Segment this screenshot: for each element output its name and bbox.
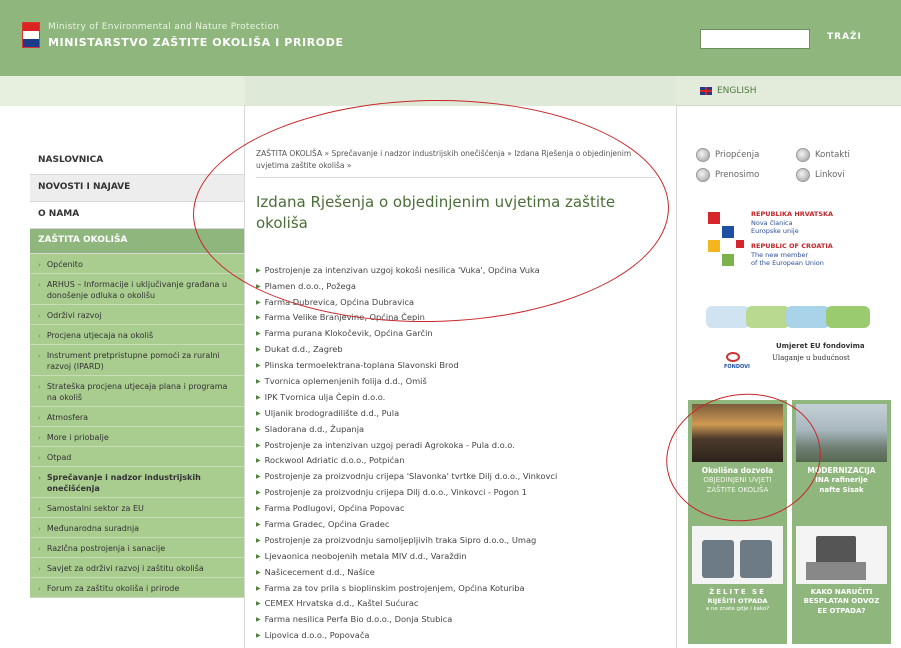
- tile-modernizacija[interactable]: MODERNIZACIJA INA rafinerije nafte Sisak: [792, 400, 891, 540]
- electronic-waste-image: [796, 526, 887, 584]
- breadcrumb: ZAŠTITA OKOLIŠA » Sprečavanje i nadzor i…: [256, 148, 656, 179]
- company-link[interactable]: Farma Velike Branjevine, Općina Čepin: [256, 310, 666, 326]
- nav-sub-item[interactable]: › Otpad: [30, 447, 244, 467]
- company-list: Postrojenje za intenzivan uzgoj kokoši n…: [256, 263, 666, 644]
- company-link[interactable]: Našicecement d.d., Našice: [256, 565, 666, 581]
- nav-naslovnica[interactable]: NASLOVNICA: [30, 148, 244, 175]
- nav-sub-item[interactable]: › Atmosfera: [30, 407, 244, 427]
- refinery-photo: [796, 404, 887, 462]
- company-link[interactable]: Postrojenje za proizvodnju samoljepljivi…: [256, 533, 666, 549]
- waste-containers-image: [692, 526, 783, 584]
- company-link[interactable]: Farma Dubrevica, Općina Dubravica: [256, 295, 666, 311]
- left-navigation: NASLOVNICA NOVOSTI I NAJAVE O NAMA ZAŠTI…: [30, 148, 244, 598]
- nav-o-nama[interactable]: O NAMA: [30, 202, 244, 229]
- nav-sub-item[interactable]: › Samostalni sektor za EU: [30, 498, 244, 518]
- company-link[interactable]: IPK Tvornica ulja Čepin d.o.o.: [256, 390, 666, 406]
- company-link[interactable]: CEMEX Hrvatska d.d., Kaštel Sućurac: [256, 596, 666, 612]
- english-language-link[interactable]: ENGLISH: [700, 86, 757, 96]
- nav-sub-item[interactable]: › Procjena utjecaja na okoliš: [30, 325, 244, 345]
- company-link[interactable]: Lipovica d.o.o., Popovača: [256, 628, 666, 644]
- nav-sub-item[interactable]: › ARHUS – Informacije i uključivanje građ…: [30, 274, 244, 305]
- link-icon: [796, 168, 810, 182]
- nav-zastita-okolisa[interactable]: ZAŠTITA OKOLIŠA: [30, 229, 244, 254]
- company-link[interactable]: Postrojenje za proizvodnju crijepa 'Slav…: [256, 469, 666, 485]
- company-link[interactable]: Postrojenje za intenzivan uzgoj peradi A…: [256, 438, 666, 454]
- quick-link-kontakti[interactable]: Kontakti: [796, 148, 850, 162]
- company-link[interactable]: Rockwool Adriatic d.o.o., Potpićan: [256, 453, 666, 469]
- quick-link-linkovi[interactable]: Linkovi: [796, 168, 845, 182]
- page-title: Izdana Rješenja o objedinjenim uvjetima …: [256, 193, 616, 232]
- croatian-coat-of-arms-icon: [22, 22, 40, 48]
- industrial-plant-photo: [692, 404, 783, 462]
- company-link[interactable]: Sladorana d.d., Županja: [256, 422, 666, 438]
- uk-flag-icon: [700, 87, 712, 95]
- nav-sub-item[interactable]: › Forum za zaštitu okoliša i prirode: [30, 578, 244, 598]
- company-link[interactable]: Plamen d.o.o., Požega: [256, 279, 666, 295]
- company-link[interactable]: Farma Gradec, Općina Gradec: [256, 517, 666, 533]
- tile-zelite-se-rijesiti-otpada[interactable]: ŽELITE SE RIJEŠITI OTPADA a ne znate gdj…: [688, 522, 787, 644]
- ministry-name-croatian[interactable]: MINISTARSTVO ZAŠTITE OKOLIŠA I PRIRODE: [48, 36, 344, 49]
- tile-besplatan-odvoz[interactable]: KAKO NARUČITI BESPLATAN ODVOZ EE OTPADA?: [792, 522, 891, 644]
- nav-submenu: › Općenito › ARHUS – Informacije i uključi…: [30, 254, 244, 598]
- breadcrumb-item[interactable]: ZAŠTITA OKOLIŠA: [256, 149, 322, 158]
- share-icon: [696, 168, 710, 182]
- company-link[interactable]: Farma za tov prila s bioplinskim postroj…: [256, 581, 666, 597]
- company-link[interactable]: Farma purana Klokočevik, Općina Garčin: [256, 326, 666, 342]
- search-input[interactable]: [700, 29, 810, 49]
- nav-novosti-i-najave[interactable]: NOVOSTI I NAJAVE: [30, 175, 244, 202]
- company-link[interactable]: Uljanik brodogradilište d.d., Pula: [256, 406, 666, 422]
- eu-funds-banner[interactable]: Umjeret EU fondovima FONDOVI Ulaganje u …: [706, 340, 881, 380]
- company-link[interactable]: Ljevaonica neobojenih metala MIV d.d., V…: [256, 549, 666, 565]
- company-link[interactable]: Tvornica oplemenjenih folija d.d., Omiš: [256, 374, 666, 390]
- nav-sub-item[interactable]: › Međunarodna suradnja: [30, 518, 244, 538]
- company-link[interactable]: Postrojenje za intenzivan uzgoj kokoši n…: [256, 263, 666, 279]
- sub-header-band: ENGLISH: [0, 76, 901, 106]
- quick-link-priopcenja[interactable]: Priopćenja: [696, 148, 759, 162]
- search-button[interactable]: TRAŽI: [827, 32, 862, 42]
- site-header: Ministry of Environmental and Nature Pro…: [0, 0, 901, 76]
- nav-sub-item[interactable]: › More i priobalje: [30, 427, 244, 447]
- breadcrumb-item[interactable]: Sprečavanje i nadzor industrijskih oneči…: [331, 149, 504, 158]
- puzzle-banner[interactable]: [706, 300, 874, 336]
- main-content: ZAŠTITA OKOLIŠA » Sprečavanje i nadzor i…: [256, 148, 666, 644]
- phone-icon: [796, 148, 810, 162]
- nav-sub-item[interactable]: › Strateška procjena utjecaja plana i pro…: [30, 376, 244, 407]
- quick-link-prenosimo[interactable]: Prenosimo: [696, 168, 759, 182]
- tile-okolisna-dozvola[interactable]: Okolišna dozvola OBJEDINJENI UVJETI ZAŠT…: [688, 400, 787, 540]
- company-link[interactable]: Postrojenje za proizvodnju crijepa Dilj …: [256, 485, 666, 501]
- nav-sub-item[interactable]: › Savjet za održivi razvoj i zaštitu okol…: [30, 558, 244, 578]
- nav-sub-item[interactable]: › Općenito: [30, 254, 244, 274]
- nav-sub-item-active[interactable]: › Sprečavanje i nadzor industrijskih oneč…: [30, 467, 244, 498]
- company-link[interactable]: Plinska termoelektrana-toplana Slavonski…: [256, 358, 666, 374]
- eu-membership-banner[interactable]: REPUBLIKA HRVATSKA Nova članica Europske…: [706, 208, 881, 288]
- ministry-name-english[interactable]: Ministry of Environmental and Nature Pro…: [48, 22, 279, 32]
- nav-sub-item[interactable]: › Održivi razvoj: [30, 305, 244, 325]
- company-link[interactable]: Farma nesilica Perfa Bio d.o.o., Donja S…: [256, 612, 666, 628]
- company-link[interactable]: Farma Podlugovi, Općina Popovac: [256, 501, 666, 517]
- fund-logo-icon: [726, 352, 740, 362]
- megaphone-icon: [696, 148, 710, 162]
- nav-sub-item[interactable]: › Razlčna postrojenja i sanacije: [30, 538, 244, 558]
- company-link[interactable]: Dukat d.d., Zagreb: [256, 342, 666, 358]
- nav-sub-item[interactable]: › Instrument pretpristupne pomoći za rura…: [30, 345, 244, 376]
- english-link-label: ENGLISH: [717, 86, 757, 96]
